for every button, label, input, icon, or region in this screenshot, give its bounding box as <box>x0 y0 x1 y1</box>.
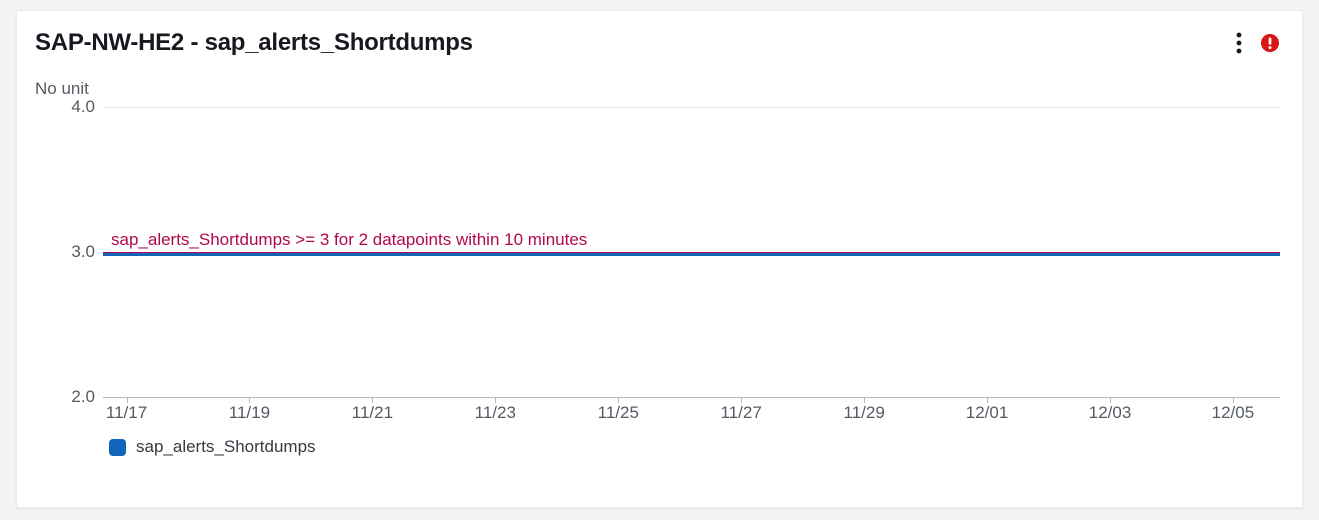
panel-header: SAP-NW-HE2 - sap_alerts_Shortdumps <box>17 11 1302 57</box>
kebab-menu-icon[interactable] <box>1236 32 1242 54</box>
threshold-label: sap_alerts_Shortdumps >= 3 for 2 datapoi… <box>111 230 587 250</box>
y-tick: 3.0 <box>51 242 95 262</box>
y-axis-unit: No unit <box>17 57 1302 99</box>
y-tick: 2.0 <box>51 387 95 407</box>
x-tick: 12/01 <box>966 403 1009 423</box>
panel-title: SAP-NW-HE2 - sap_alerts_Shortdumps <box>35 29 473 57</box>
y-tick: 4.0 <box>51 97 95 117</box>
alarm-icon[interactable] <box>1260 33 1280 53</box>
legend-swatch <box>109 439 126 456</box>
series-line <box>103 253 1280 256</box>
x-tick: 11/23 <box>475 403 516 423</box>
x-tick: 11/29 <box>844 403 885 423</box>
plot-area: 4.0 3.0 2.0 sap_alerts_Shortdumps >= 3 f… <box>35 107 1280 457</box>
x-tick: 11/19 <box>229 403 270 423</box>
x-tick: 12/05 <box>1212 403 1255 423</box>
chart-panel: SAP-NW-HE2 - sap_alerts_Shortdumps No un… <box>16 10 1303 508</box>
x-tick: 11/17 <box>106 403 147 423</box>
x-tick: 12/03 <box>1089 403 1132 423</box>
x-tick: 11/25 <box>598 403 639 423</box>
plot[interactable]: 4.0 3.0 2.0 sap_alerts_Shortdumps >= 3 f… <box>103 107 1280 397</box>
x-tick: 11/27 <box>721 403 762 423</box>
panel-actions <box>1236 32 1284 54</box>
x-axis: 11/17 11/19 11/21 11/23 11/25 11/27 11/2… <box>103 397 1280 427</box>
x-tick: 11/21 <box>352 403 393 423</box>
legend: sap_alerts_Shortdumps <box>35 427 1280 457</box>
legend-label[interactable]: sap_alerts_Shortdumps <box>136 437 316 457</box>
